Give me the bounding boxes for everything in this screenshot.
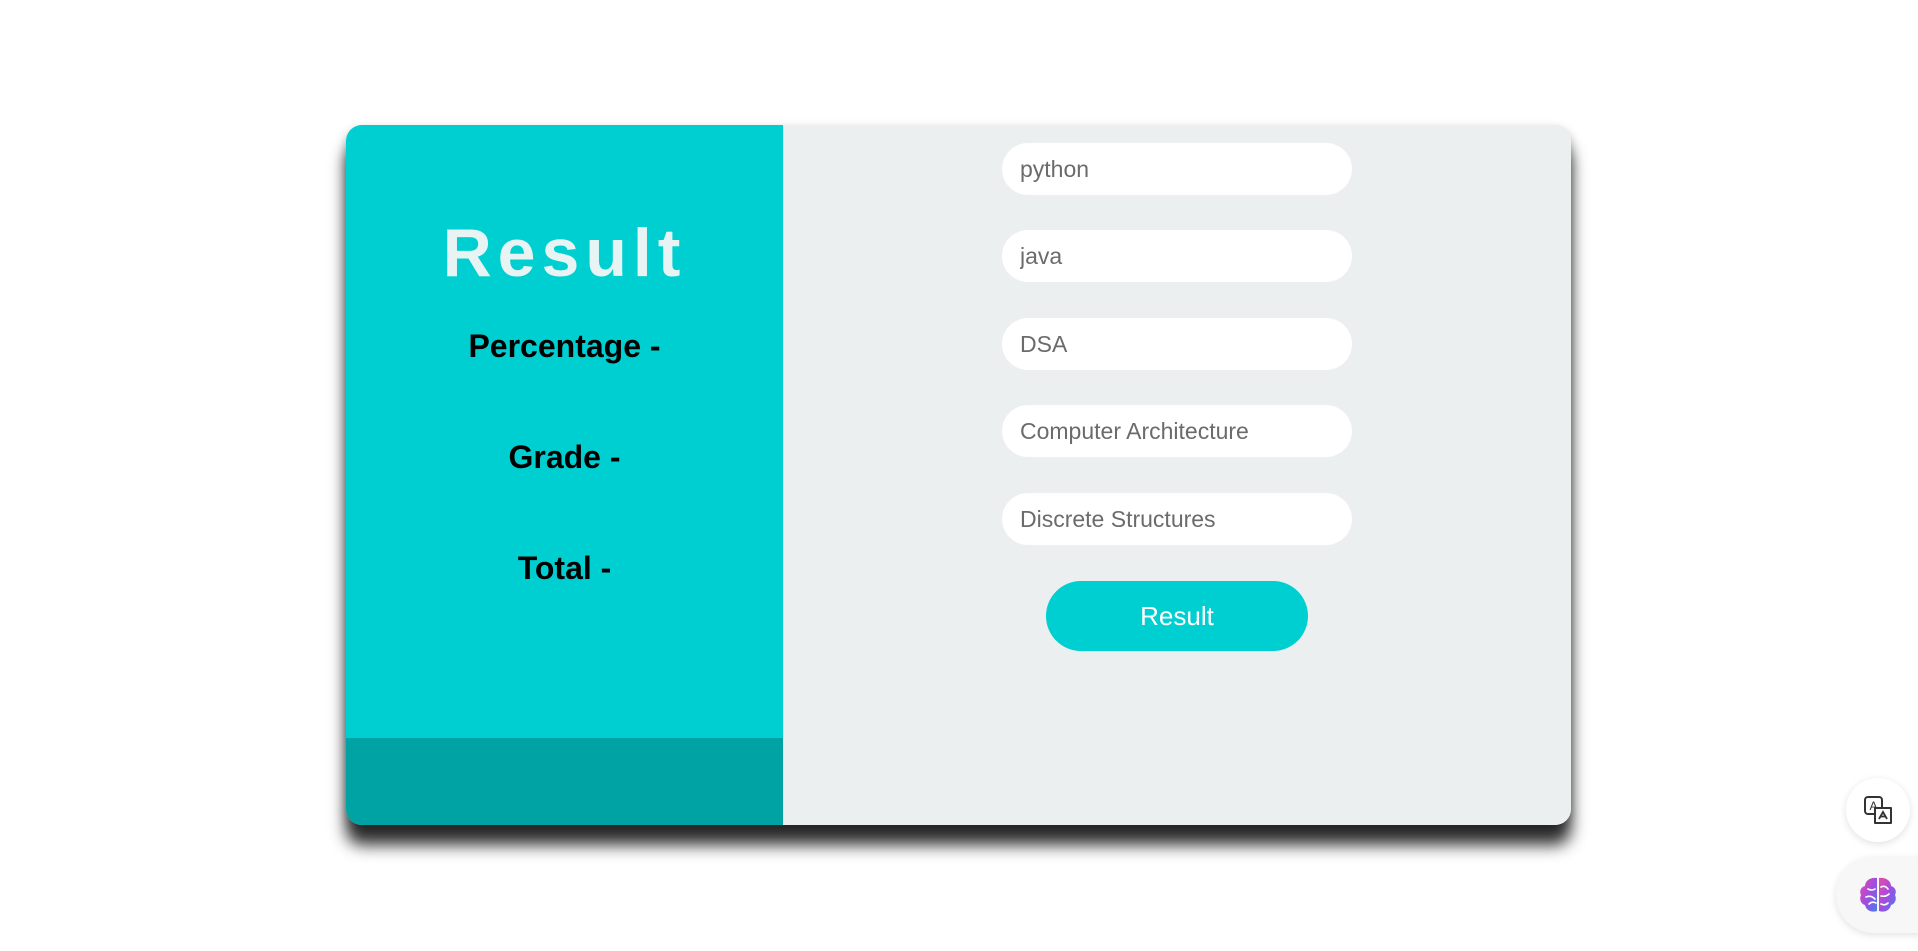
total-label: Total - xyxy=(517,550,612,586)
computer-architecture-marks-input[interactable] xyxy=(1002,405,1352,457)
python-marks-input[interactable] xyxy=(1002,143,1352,195)
translate-icon: A xyxy=(1864,796,1892,824)
result-card: Result Percentage - Grade - Total - Resu… xyxy=(346,125,1571,825)
discrete-structures-marks-input[interactable] xyxy=(1002,493,1352,545)
result-panel: Result Percentage - Grade - Total - xyxy=(346,125,783,825)
java-marks-input[interactable] xyxy=(1002,230,1352,282)
grade-label: Grade - xyxy=(508,439,621,475)
translate-button[interactable]: A xyxy=(1846,778,1910,842)
percentage-label: Percentage - xyxy=(468,328,661,364)
assistant-button[interactable] xyxy=(1836,857,1918,933)
result-button[interactable]: Result xyxy=(1046,581,1308,651)
dsa-marks-input[interactable] xyxy=(1002,318,1352,370)
marks-form: Result xyxy=(783,125,1571,825)
brain-icon xyxy=(1860,877,1896,912)
result-panel-footer xyxy=(346,738,783,825)
result-title: Result xyxy=(442,215,687,291)
